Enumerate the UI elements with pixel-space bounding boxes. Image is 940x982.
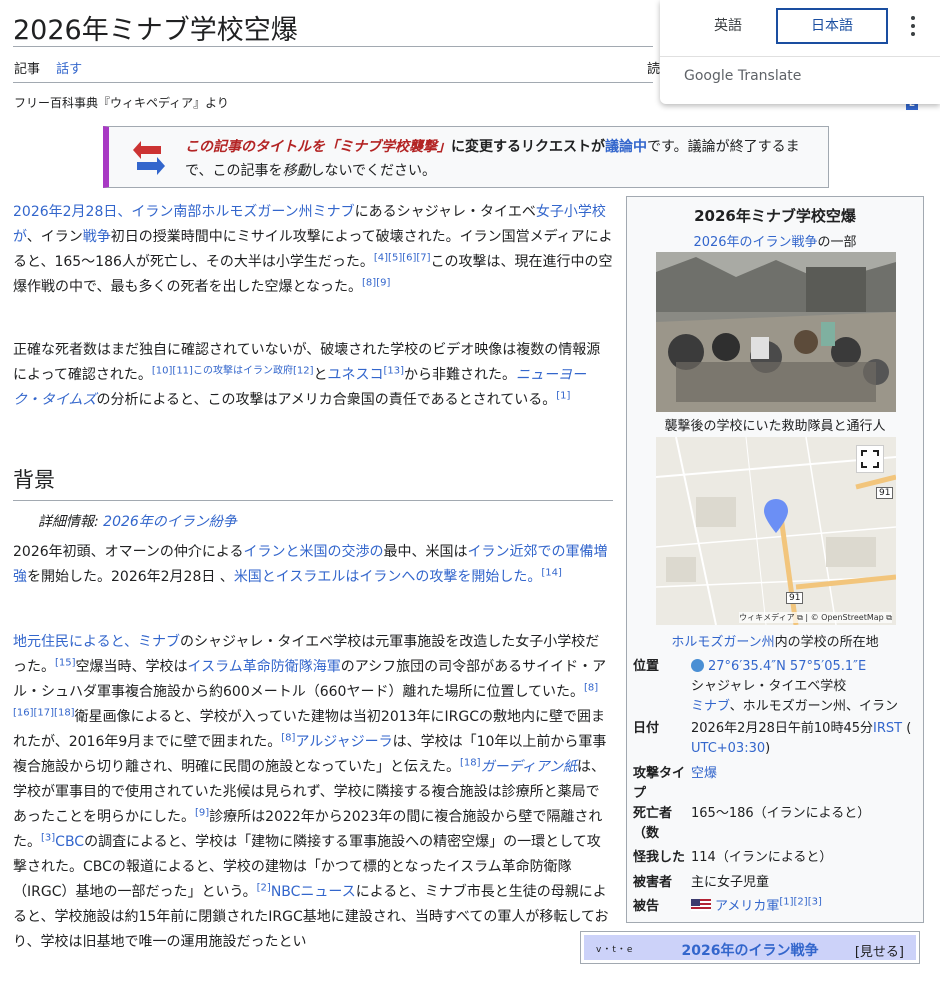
translate-lang-english[interactable]: 英語 bbox=[678, 8, 778, 44]
citation[interactable]: [13] bbox=[383, 365, 404, 376]
swap-arrows-icon bbox=[133, 141, 165, 175]
paragraph-background-1: 2026年初頭、オマーンの仲介によるイランと米国の交渉の最中、米国はイラン近郊で… bbox=[13, 544, 608, 585]
photo-caption: 襲撃後の学校にいた救助隊員と通行人 bbox=[664, 419, 886, 434]
map-caption: ホルモズガーン州内の学校の所在地 bbox=[671, 635, 879, 650]
tab-article[interactable]: 記事 bbox=[14, 62, 40, 77]
citation[interactable]: [15] bbox=[55, 657, 76, 668]
tabs-divider bbox=[13, 82, 653, 83]
title-divider bbox=[13, 46, 653, 47]
infobox-title: 2026年ミナブ学校空爆 bbox=[694, 207, 856, 225]
rescue-scene-photo[interactable] bbox=[656, 252, 896, 412]
citation[interactable]: [8][9] bbox=[362, 277, 390, 288]
globe-icon bbox=[691, 659, 704, 672]
google-translate-logo: Google Translate bbox=[684, 68, 802, 84]
citation[interactable]: [18] bbox=[460, 757, 481, 768]
citation[interactable]: [2] bbox=[257, 882, 271, 893]
coordinates-link[interactable]: 27°6′35.4″N 57°5′05.1″E bbox=[708, 659, 866, 674]
tab-talk[interactable]: 話す bbox=[56, 62, 82, 77]
translate-lang-japanese[interactable]: 日本語 bbox=[776, 8, 888, 44]
infobox-subtitle: 2026年のイラン戦争の一部 bbox=[693, 235, 857, 250]
fullscreen-icon[interactable] bbox=[856, 445, 884, 473]
road-shield: 91 bbox=[786, 592, 804, 604]
navbox-show-toggle[interactable]: [見せる] bbox=[855, 941, 904, 960]
paragraph-background-2: 地元住民によると、ミナブのシャジャレ・タイエベ学校は元軍事施設を改造した女子小学… bbox=[13, 634, 609, 950]
move-request-notice: この記事のタイトルを「ミナブ学校襲撃」に変更するリクエストが議論中です。議論が終… bbox=[103, 126, 829, 188]
tab-read[interactable]: 読 bbox=[647, 58, 660, 77]
hatnote: 詳細情報: 2026年のイラン紛争 bbox=[38, 514, 237, 530]
citation[interactable]: [1] bbox=[556, 390, 570, 401]
site-sub: フリー百科事典『ウィキペディア』より bbox=[14, 96, 229, 110]
hatnote-link[interactable]: 2026年のイラン紛争 bbox=[103, 514, 237, 530]
citation[interactable]: [8] bbox=[281, 732, 295, 743]
google-translate-bar: 英語 日本語 Google Translate bbox=[660, 0, 940, 104]
citation[interactable]: [1][2][3] bbox=[779, 897, 822, 908]
citation[interactable]: [3] bbox=[41, 832, 55, 843]
notice-discussion-link[interactable]: 議論中 bbox=[605, 139, 647, 155]
more-options-icon[interactable] bbox=[908, 14, 918, 38]
citation[interactable]: [4][5][6][7] bbox=[374, 252, 431, 263]
infobox: 2026年ミナブ学校空爆 2026年のイラン戦争の一部 襲撃後の学校にいた救助隊… bbox=[626, 196, 924, 923]
page-title: 2026年ミナブ学校空爆 bbox=[13, 15, 298, 46]
paragraph-lead-1: 2026年2月28日、イラン南部ホルモズガーン州ミナブにあるシャジャレ・タイエベ… bbox=[13, 204, 613, 295]
location-map[interactable]: 91 91 ウィキメディア ⧉ | © OpenStreetMap ⧉ bbox=[656, 437, 896, 625]
section-heading-background: 背景 bbox=[13, 468, 55, 492]
namespace-tabs: 記事 話す bbox=[14, 58, 94, 77]
citation[interactable]: [10][11]この攻撃はイラン政府[12] bbox=[152, 365, 314, 376]
road-shield: 91 bbox=[876, 487, 894, 499]
translate-divider bbox=[660, 56, 940, 57]
location-pin-icon[interactable] bbox=[764, 499, 788, 533]
section-divider bbox=[13, 500, 613, 501]
navbox: v・t・e 2026年のイラン戦争 [見せる] bbox=[580, 931, 920, 964]
citation[interactable]: [9] bbox=[195, 807, 209, 818]
paragraph-lead-2: 正確な死者数はまだ独自に確認されていないが、破壊された学校のビデオ映像は複数の情… bbox=[13, 342, 601, 408]
us-flag-icon bbox=[691, 899, 711, 911]
map-attribution[interactable]: ウィキメディア ⧉ | © OpenStreetMap ⧉ bbox=[739, 612, 892, 623]
notice-proposed-title: この記事のタイトルを「ミナブ学校襲撃」 bbox=[185, 139, 451, 155]
citation[interactable]: [14] bbox=[541, 567, 562, 578]
